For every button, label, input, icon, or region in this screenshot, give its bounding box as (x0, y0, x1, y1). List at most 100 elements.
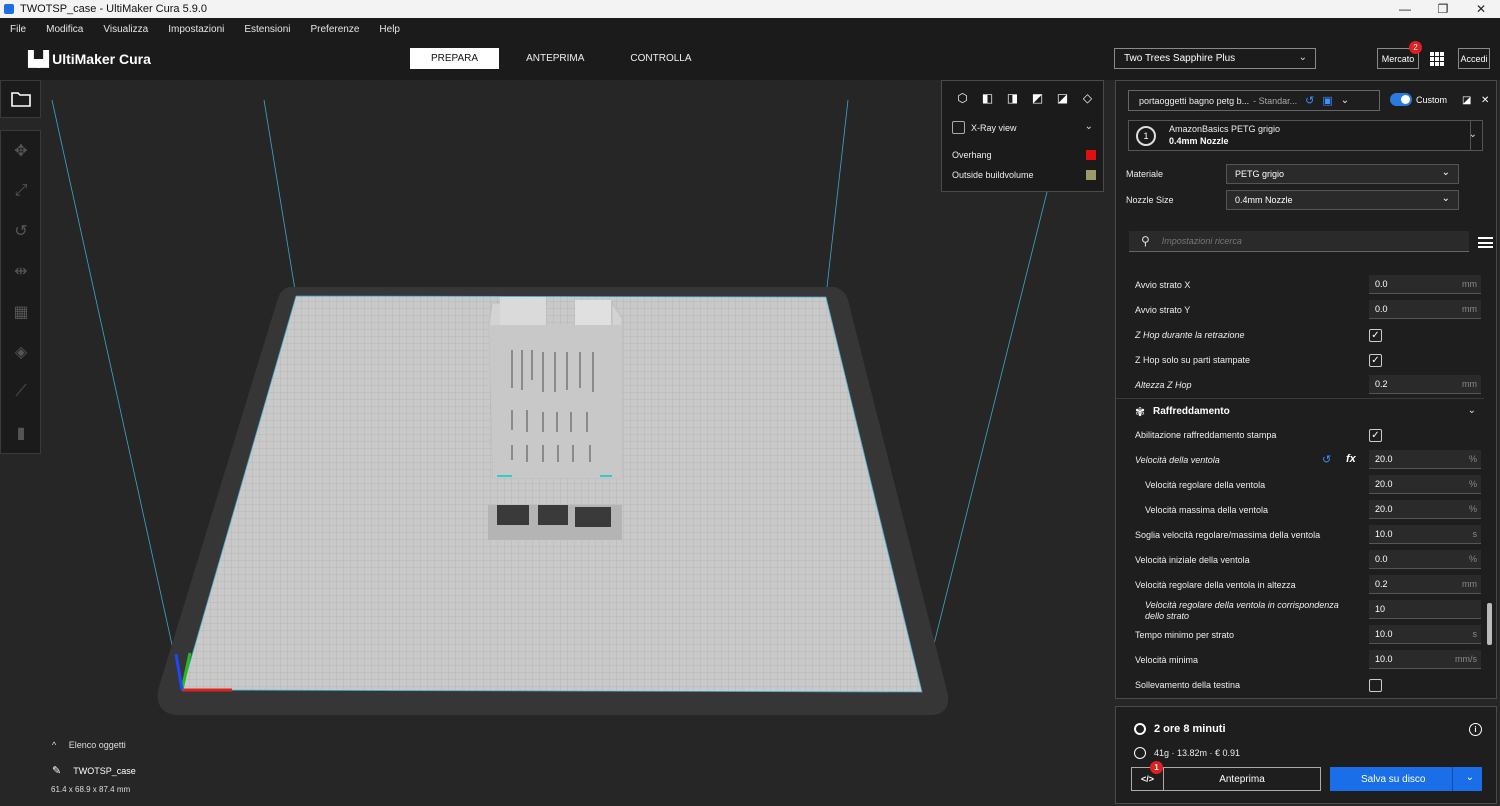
settings-scrollbar[interactable] (1487, 603, 1492, 645)
printer-selector[interactable]: Two Trees Sapphire Plus ⌄ (1114, 48, 1316, 69)
reset-icon[interactable]: ↺ (1322, 453, 1338, 466)
setting-avvio-strato-x: Avvio strato X 0.0 mm (1116, 273, 1484, 298)
nozzle-value: 0.4mm Nozzle (1235, 195, 1293, 205)
object-list-toggle[interactable]: ^ Elenco oggetti (52, 740, 126, 750)
stage-tabs: PREPARA ANTEPRIMA CONTROLLA (410, 48, 719, 69)
setting-checkbox[interactable]: ✓ (1369, 329, 1382, 342)
chevron-down-icon[interactable]: ⌄ (1469, 129, 1477, 140)
save-profile-icon[interactable]: ▣ (1322, 94, 1332, 107)
tab-prepara[interactable]: PREPARA (410, 48, 500, 69)
view-front-icon[interactable]: ◧ (975, 91, 1000, 105)
apps-grid-icon[interactable] (1430, 52, 1444, 66)
save-to-disk-button[interactable]: Salva su disco ⌄ (1330, 767, 1482, 791)
minimize-button[interactable]: — (1386, 0, 1424, 18)
setting-input[interactable]: 10 (1369, 600, 1481, 619)
setting-input[interactable]: 20.0% (1369, 450, 1481, 469)
chevron-down-icon: ⌄ (1340, 95, 1350, 106)
move-tool-icon[interactable]: ✥ (10, 140, 32, 162)
object-list-label: Elenco oggetti (68, 740, 126, 750)
menu-impostazioni[interactable]: Impostazioni (168, 24, 224, 35)
preview-button[interactable]: Anteprima (1163, 767, 1321, 791)
support-blocker-icon[interactable]: ◈ (10, 341, 32, 363)
popout-icon[interactable]: ◪ (1462, 95, 1471, 106)
setting-input[interactable]: 0.0 mm (1369, 300, 1481, 319)
pencil-icon: ✎ (52, 765, 62, 777)
measure-tool-icon[interactable]: ⟋ (10, 381, 32, 403)
close-icon[interactable]: ✕ (1481, 95, 1489, 106)
chevron-down-icon[interactable]: ⌄ (1085, 121, 1093, 132)
login-button[interactable]: Accedi (1458, 48, 1490, 69)
tab-anteprima[interactable]: ANTEPRIMA (507, 48, 603, 69)
settings-list[interactable]: Avvio strato X 0.0 mm Avvio strato Y 0.0 m… (1116, 261, 1496, 698)
tab-controlla[interactable]: CONTROLLA (611, 48, 710, 69)
menu-estensioni[interactable]: Estensioni (244, 24, 290, 35)
menu-file[interactable]: File (10, 24, 26, 35)
setting-input[interactable]: 0.2 mm (1369, 375, 1481, 394)
chevron-down-icon[interactable]: ⌄ (1466, 772, 1474, 783)
setting-input[interactable]: 0.0% (1369, 550, 1481, 569)
scale-tool-icon[interactable]: ⤢ (10, 180, 32, 202)
print-action-panel: 2 ore 8 minuti i 41g · 13.82m · € 0.91 <… (1115, 706, 1497, 804)
setting-zhop-parts: Z Hop solo su parti stampate ✓ (1116, 348, 1484, 373)
cura-app-icon (4, 4, 14, 14)
printer-name: Two Trees Sapphire Plus (1124, 53, 1236, 64)
cylinder-tool-icon[interactable]: ▮ (10, 422, 32, 444)
view-3d-icon[interactable]: ⬡ (950, 91, 975, 105)
reset-icon[interactable]: ↺ (1305, 94, 1314, 107)
legend-label: Overhang (952, 150, 992, 160)
gcode-badge: 1 (1150, 761, 1163, 774)
view-right-icon[interactable]: ◪ (1050, 91, 1075, 105)
setting-input[interactable]: 0.0 mm (1369, 275, 1481, 294)
profile-quality: - Standar... (1253, 95, 1298, 106)
setting-input[interactable]: 20.0% (1369, 475, 1481, 494)
setting-checkbox[interactable]: ✓ (1369, 354, 1382, 367)
fan-icon: ✾ (1135, 405, 1146, 419)
mirror-tool-icon[interactable]: ⇹ (10, 260, 32, 282)
setting-input[interactable]: 20.0% (1369, 500, 1481, 519)
open-file-button[interactable] (0, 80, 41, 118)
menu-visualizza[interactable]: Visualizza (103, 24, 148, 35)
xray-checkbox[interactable] (952, 121, 965, 134)
chevron-down-icon: ⌄ (1298, 52, 1307, 63)
menu-preferenze[interactable]: Preferenze (311, 24, 360, 35)
logo-text: UltiMaker Cura (52, 51, 151, 67)
view-type-icon[interactable]: ◇ (1075, 91, 1100, 105)
extruder-tab[interactable]: 1 AmazonBasics PETG grigio 0.4mm Nozzle … (1128, 120, 1483, 151)
toggle-switch[interactable] (1390, 93, 1412, 106)
setting-input[interactable]: 10.0 s (1369, 525, 1481, 544)
divider (1452, 767, 1453, 791)
settings-search[interactable]: ⚲ Impostazioni ricerca (1129, 231, 1469, 252)
build-volume-edge (51, 99, 183, 691)
setting-input[interactable]: 10.0 mm/s (1369, 650, 1481, 669)
setting-checkbox[interactable]: ✓ (1369, 429, 1382, 442)
settings-menu-icon[interactable] (1478, 237, 1493, 248)
marketplace-button[interactable]: Mercato 2 (1377, 41, 1422, 69)
setting-input[interactable]: 0.2 mm (1369, 575, 1481, 594)
setting-checkbox[interactable] (1369, 679, 1382, 692)
section-cooling[interactable]: ✾ Raffreddamento ⌄ (1116, 398, 1484, 424)
window-title: TWOTSP_case - UltiMaker Cura 5.9.0 (20, 3, 208, 15)
folder-icon (10, 92, 31, 107)
material-select[interactable]: PETG grigio ⌄ (1226, 164, 1459, 184)
setting-input[interactable]: 10.0 s (1369, 625, 1481, 644)
close-window-button[interactable]: ✕ (1462, 0, 1500, 18)
profile-selector[interactable]: portaoggetti bagno petg b... - Standar..… (1128, 90, 1380, 111)
view-left-icon[interactable]: ◩ (1025, 91, 1050, 105)
per-model-settings-icon[interactable]: ▦ (10, 301, 32, 323)
function-icon[interactable]: fx (1346, 453, 1362, 466)
rotate-tool-icon[interactable]: ↺ (10, 220, 32, 242)
nozzle-select[interactable]: 0.4mm Nozzle ⌄ (1226, 190, 1459, 210)
view-top-icon[interactable]: ◨ (1000, 91, 1025, 105)
maximize-button[interactable]: ❐ (1424, 0, 1462, 18)
custom-label: Custom (1416, 94, 1448, 105)
menu-help[interactable]: Help (379, 24, 400, 35)
legend-outside-buildvolume: Outside buildvolume (952, 170, 1096, 180)
info-icon[interactable]: i (1469, 723, 1482, 736)
custom-mode-toggle[interactable]: Custom (1390, 93, 1447, 106)
print-time-value: 2 ore 8 minuti (1154, 723, 1226, 735)
gcode-button[interactable]: </> 1 (1131, 761, 1164, 791)
object-name-row[interactable]: ✎ TWOTSP_case (52, 764, 136, 777)
menu-modifica[interactable]: Modifica (46, 24, 83, 35)
build-volume-edge (825, 99, 849, 297)
xray-view-row[interactable]: X-Ray view (952, 121, 1017, 134)
